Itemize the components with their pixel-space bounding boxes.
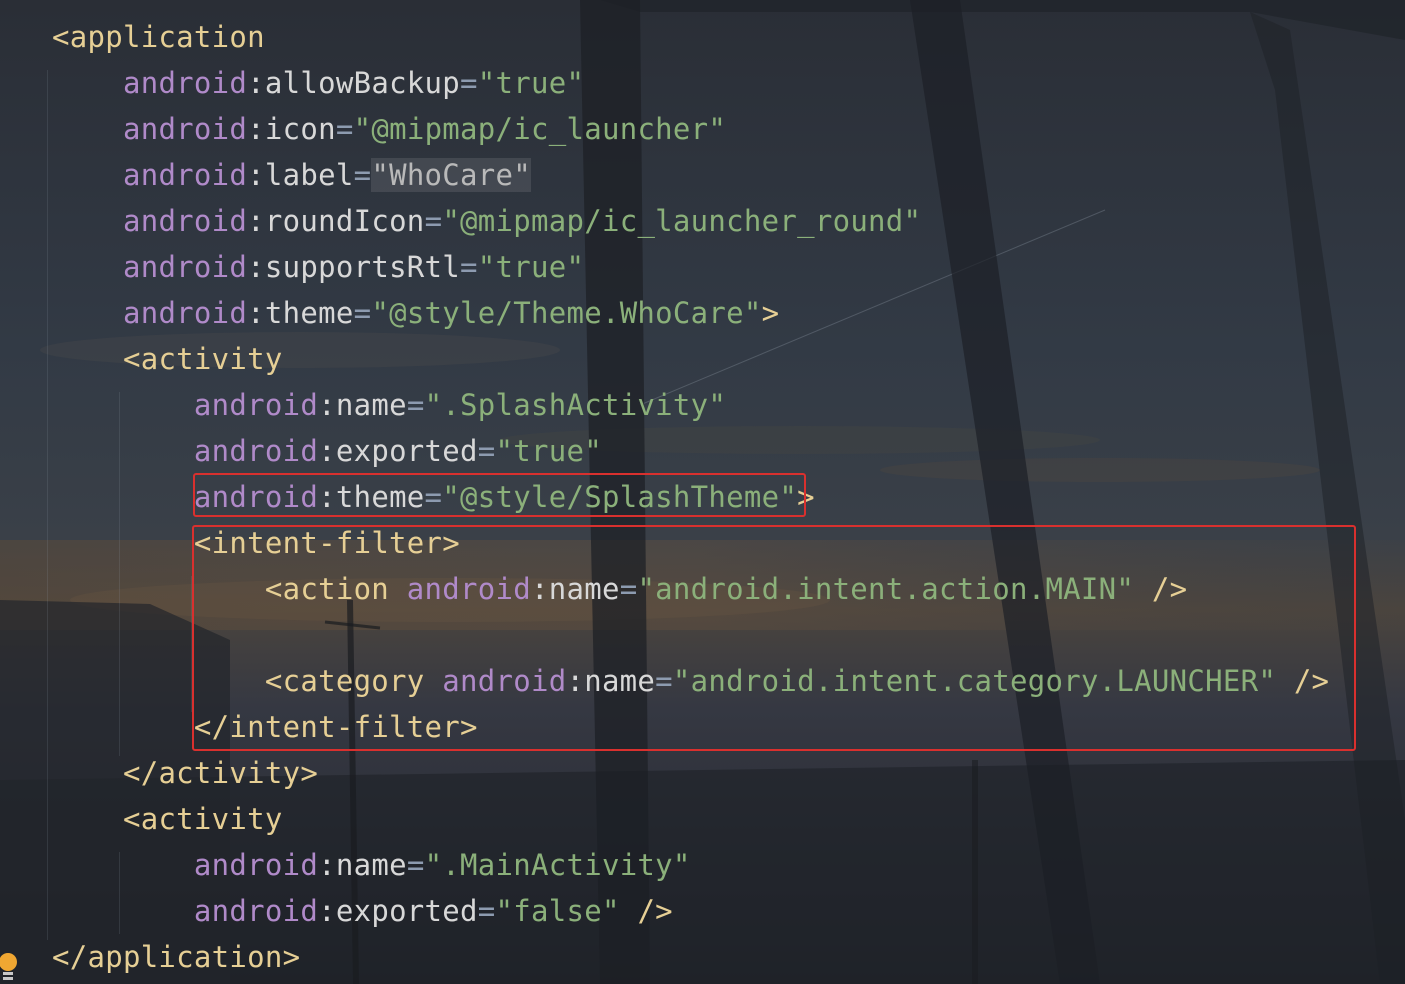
- code-token: :name: [318, 848, 407, 882]
- code-token: android: [122, 66, 248, 100]
- code-token: android: [122, 204, 248, 238]
- code-token: :theme: [247, 296, 354, 330]
- code-token: :name: [318, 388, 407, 422]
- code-token: :allowBackup: [247, 66, 461, 100]
- code-line[interactable]: </application>: [52, 934, 300, 980]
- code-editor[interactable]: <application android:allowBackup="true" …: [0, 0, 1405, 984]
- code-token: "@mipmap/ic_launcher_round": [442, 204, 922, 238]
- code-line[interactable]: <activity: [52, 336, 283, 382]
- theme-attribute-highlight: [193, 473, 806, 517]
- code-line[interactable]: android:label="WhoCare": [52, 152, 531, 198]
- code-token: />: [619, 894, 673, 928]
- code-token: android: [193, 434, 319, 468]
- code-token: =: [353, 158, 372, 192]
- code-line[interactable]: <activity: [52, 796, 283, 842]
- code-token: ".SplashActivity": [424, 388, 727, 422]
- code-line[interactable]: android:supportsRtl="true": [52, 244, 584, 290]
- code-token: "true": [477, 66, 585, 100]
- code-token: android: [122, 250, 248, 284]
- code-token: <activity: [122, 802, 283, 836]
- code-token: =: [335, 112, 354, 146]
- code-token: =: [460, 66, 478, 100]
- code-token: "true": [495, 434, 602, 468]
- code-token: "true": [477, 250, 585, 284]
- code-token: =: [353, 296, 372, 330]
- indent-guide: [47, 70, 48, 940]
- code-token: android: [193, 894, 319, 928]
- code-line[interactable]: android:exported="false" />: [52, 888, 673, 934]
- code-token: =: [406, 848, 425, 882]
- code-token: "@mipmap/ic_launcher": [353, 112, 727, 146]
- code-token: </application>: [52, 940, 301, 974]
- code-token: android: [193, 388, 319, 422]
- code-token: "@style/Theme.WhoCare": [371, 296, 762, 330]
- code-token: :exported: [318, 434, 478, 468]
- code-token: android: [122, 112, 248, 146]
- code-token: <application: [52, 20, 265, 54]
- code-token: =: [460, 250, 478, 284]
- code-line[interactable]: android:roundIcon="@mipmap/ic_launcher_r…: [52, 198, 921, 244]
- code-token: android: [193, 848, 319, 882]
- code-line[interactable]: android:icon="@mipmap/ic_launcher": [52, 106, 726, 152]
- code-token: :roundIcon: [247, 204, 425, 238]
- code-token: =: [477, 434, 496, 468]
- code-token: android: [122, 158, 248, 192]
- code-token: "WhoCare": [371, 158, 531, 192]
- code-line[interactable]: </activity>: [52, 750, 318, 796]
- code-token: :exported: [318, 894, 478, 928]
- code-token: <activity: [122, 342, 283, 376]
- lightbulb-icon[interactable]: [0, 950, 20, 984]
- code-token: android: [122, 296, 248, 330]
- code-token: :icon: [247, 112, 336, 146]
- code-token: =: [406, 388, 425, 422]
- intent-filter-highlight: [192, 525, 1356, 751]
- code-line[interactable]: android:allowBackup="true": [52, 60, 584, 106]
- code-token: :supportsRtl: [247, 250, 461, 284]
- code-token: </activity>: [122, 756, 319, 790]
- code-line[interactable]: android:name=".MainActivity": [52, 842, 691, 888]
- code-line[interactable]: android:name=".SplashActivity": [52, 382, 726, 428]
- code-token: "false": [495, 894, 620, 928]
- code-token: ".MainActivity": [424, 848, 691, 882]
- code-line[interactable]: android:theme="@style/Theme.WhoCare">: [52, 290, 779, 336]
- code-token: :label: [247, 158, 354, 192]
- code-line[interactable]: <application: [52, 14, 265, 60]
- code-token: >: [761, 296, 780, 330]
- code-token: =: [424, 204, 443, 238]
- code-token: =: [477, 894, 496, 928]
- code-line[interactable]: android:exported="true": [52, 428, 602, 474]
